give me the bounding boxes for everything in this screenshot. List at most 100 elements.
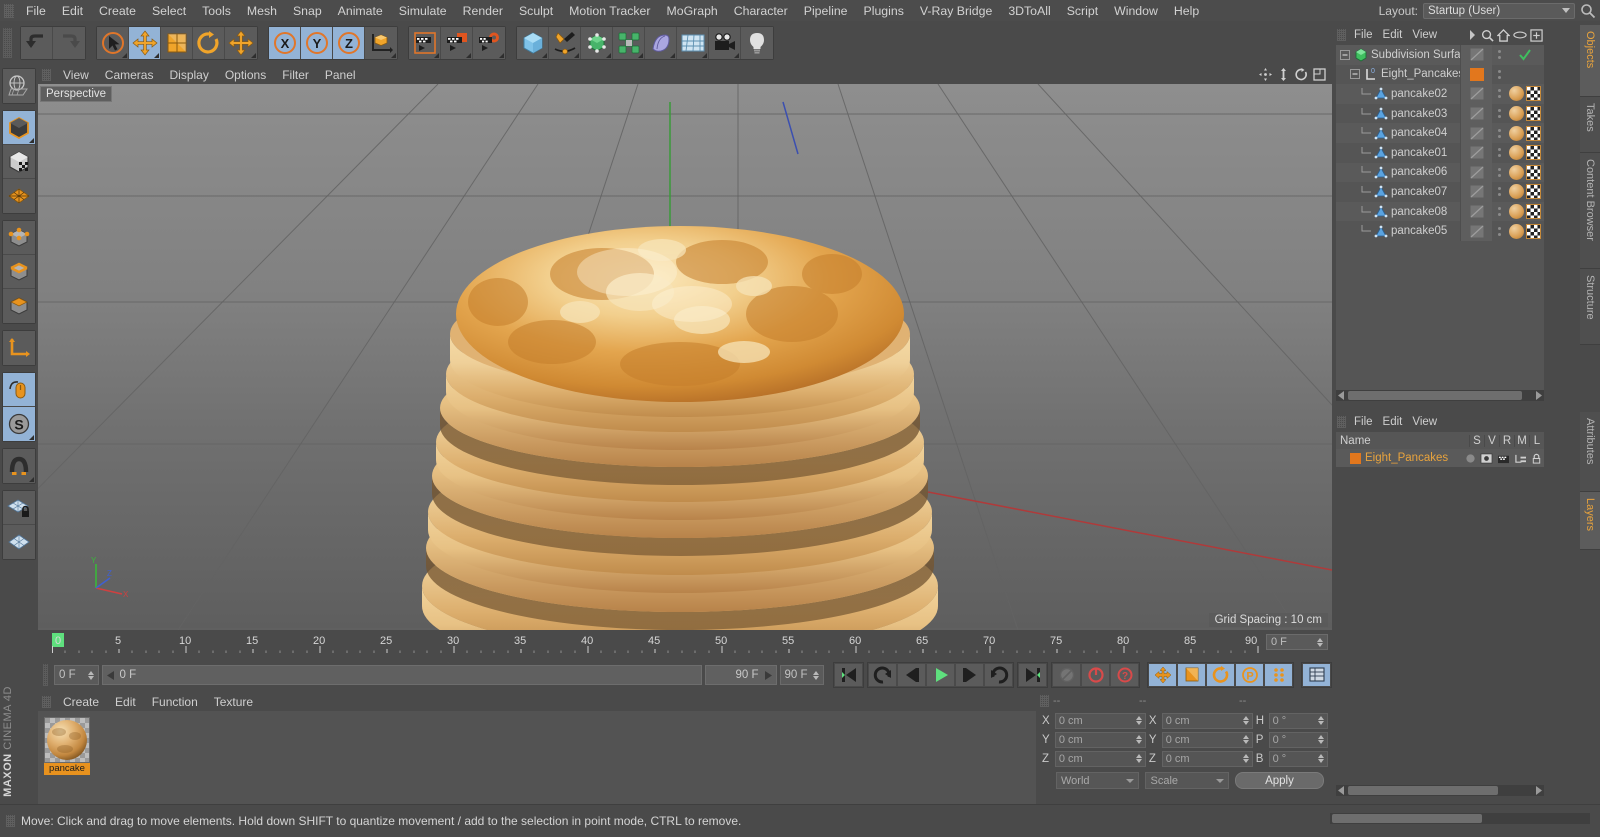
coordinates-grip[interactable] [1040,695,1049,707]
layout-select[interactable]: Startup (User) [1423,2,1575,19]
preview-range-slider[interactable]: 0 F [101,665,702,685]
menu-item-character[interactable]: Character [726,2,796,20]
enable-snapping-icon[interactable] [3,373,35,407]
object-material-tags[interactable] [1506,202,1544,222]
menu-item-help[interactable]: Help [1166,2,1207,20]
status-progress-scroll[interactable] [1330,813,1590,827]
go-to-start-icon[interactable] [834,663,863,687]
menu-item-create[interactable]: Create [91,2,144,20]
object-row-pancake07[interactable]: pancake07 [1336,182,1544,202]
scale-tool-icon[interactable] [161,27,193,59]
camera-icon[interactable] [709,27,741,59]
model-mode-icon[interactable] [3,111,35,145]
search-icon[interactable] [1481,29,1494,42]
uvw-tag-icon[interactable] [1526,86,1541,102]
material-tag-icon[interactable] [1509,184,1524,200]
object-material-tags[interactable] [1506,163,1544,183]
coord-size-x-input[interactable]: 0 cm [1161,712,1253,729]
position-key-icon[interactable] [1148,663,1177,687]
object-row-subdivision-surface[interactable]: Subdivision Surface [1336,45,1544,65]
rotate-tool-icon[interactable] [193,27,225,59]
zoom-view-icon[interactable] [1277,68,1290,81]
stepper-icon[interactable] [1317,716,1324,725]
object-menu-view[interactable]: View [1407,28,1442,42]
viewport-menu-cameras[interactable]: Cameras [97,67,162,83]
view-toggle-icon[interactable] [1480,453,1493,464]
scroll-right-icon[interactable] [1534,786,1542,795]
menu-item-mesh[interactable]: Mesh [239,2,285,20]
scale-key-icon[interactable] [1177,663,1206,687]
tab-layers[interactable]: Layers [1580,492,1600,550]
maximize-view-icon[interactable] [1313,68,1326,81]
viewport-grip[interactable] [42,68,51,81]
scroll-right-icon[interactable] [1534,391,1542,400]
layers-menu-file[interactable]: File [1349,415,1378,429]
object-tag-slot[interactable] [1460,123,1492,143]
uvw-tag-icon[interactable] [1526,106,1541,122]
menu-item-plugins[interactable]: Plugins [856,2,912,20]
stepper-icon[interactable] [1135,735,1142,744]
render-settings-icon[interactable] [473,27,505,59]
object-row-eight-pancakes[interactable]: 0 Eight_Pancakes [1336,64,1544,85]
layers-col-m[interactable]: M [1514,434,1529,447]
visibility-dots[interactable] [1492,148,1506,158]
object-tag-slot[interactable] [1460,182,1492,202]
scroll-thumb[interactable] [1348,786,1498,795]
object-tag-slot[interactable] [1460,84,1492,104]
menu-item-vray-bridge[interactable]: V-Ray Bridge [912,2,1000,20]
layers-col-l[interactable]: L [1529,434,1544,447]
environment-floor-icon[interactable] [677,27,709,59]
scroll-thumb[interactable] [1332,814,1482,823]
stepper-icon[interactable] [87,670,94,680]
menu-item-mograph[interactable]: MoGraph [658,2,725,20]
stepper-icon[interactable] [1242,754,1249,763]
coord-rotation-h-input[interactable]: 0 ° [1268,712,1328,729]
deformer-icon[interactable] [613,27,645,59]
layer-color-swatch[interactable] [1350,452,1361,464]
workplane-mode-icon[interactable] [3,525,35,559]
material-tag-icon[interactable] [1509,204,1524,220]
axis-z-icon[interactable]: Z [333,27,365,59]
range-end-handle-icon[interactable] [763,670,772,680]
object-row-pancake03[interactable]: pancake03 [1336,103,1544,124]
object-material-tags[interactable] [1506,123,1544,143]
coord-size-z-input[interactable]: 0 cm [1161,750,1253,767]
point-level-animation-icon[interactable] [1264,663,1293,687]
coordinate-system-select[interactable]: World [1056,772,1140,789]
keyframe-selection-icon[interactable]: ? [1110,663,1139,687]
object-material-tags[interactable] [1506,221,1544,241]
stepper-icon[interactable] [1317,735,1324,744]
toolbar-grip[interactable] [3,28,12,58]
layers-menu-edit[interactable]: Edit [1378,415,1408,429]
menu-item-script[interactable]: Script [1059,2,1106,20]
menu-item-pipeline[interactable]: Pipeline [796,2,856,20]
menu-item-window[interactable]: Window [1106,2,1166,20]
undo-icon[interactable] [21,27,53,59]
timeline-ruler[interactable]: 0 5 10 15 20 25 30 35 40 45 50 55 60 65 … [52,632,1262,654]
stepper-icon[interactable] [1242,716,1249,725]
primitive-cube-icon[interactable] [517,27,549,59]
coordinate-mode-select[interactable]: Scale [1145,772,1229,789]
object-material-tags[interactable] [1506,104,1544,124]
polygons-mode-icon[interactable] [3,289,35,323]
object-menu-edit[interactable]: Edit [1378,28,1408,42]
material-menu-create[interactable]: Create [55,694,107,710]
layers-col-s[interactable]: S [1469,434,1484,447]
play-backwards-loop-icon[interactable] [868,663,897,687]
layers-col-v[interactable]: V [1484,434,1499,447]
current-frame-field[interactable]: 0 F [54,665,99,685]
material-manager-grip[interactable] [42,695,51,708]
light-icon[interactable] [741,27,773,59]
workplane-icon[interactable] [3,179,35,213]
scene-object-icon[interactable] [645,27,677,59]
timeline-ruler-panel[interactable]: 0 5 10 15 20 25 30 35 40 45 50 55 60 65 … [38,630,1332,656]
timeline-frame-field[interactable]: 0 F [1266,634,1328,650]
object-tag-slot[interactable] [1460,201,1492,222]
visibility-dots[interactable] [1492,226,1506,236]
more-icon[interactable] [1468,29,1478,41]
object-row-pancake08[interactable]: pancake08 [1336,201,1544,222]
object-row-pancake06[interactable]: pancake06 [1336,162,1544,183]
object-tag-slot[interactable] [1460,103,1492,124]
object-tag-slot[interactable] [1460,45,1492,65]
world-coordinates-icon[interactable] [365,27,397,59]
